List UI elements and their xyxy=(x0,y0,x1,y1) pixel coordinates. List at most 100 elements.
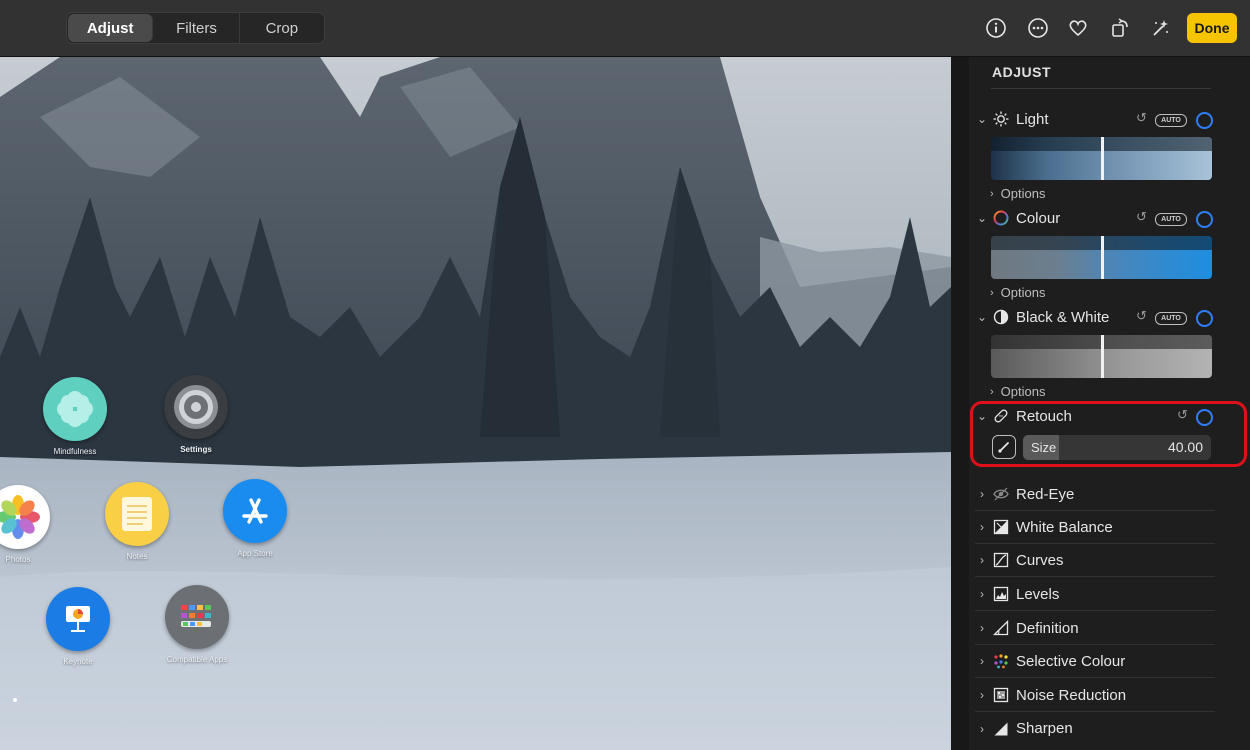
chevron-down-icon[interactable]: ⌄ xyxy=(975,409,989,423)
tool-levels[interactable]: › Levels xyxy=(975,578,1215,611)
photo-canvas[interactable]: Mindfulness Settings Photos Notes App St… xyxy=(0,57,951,750)
options-label: Options xyxy=(1000,384,1046,399)
app-keynote[interactable]: Keynote xyxy=(33,587,123,666)
colour-options[interactable]: › Options xyxy=(990,285,1045,300)
retouch-toggle[interactable] xyxy=(1196,409,1213,426)
chevron-right-icon[interactable]: › xyxy=(975,587,989,601)
colour-thumbnail-strip[interactable] xyxy=(991,236,1212,279)
chevron-right-icon[interactable]: › xyxy=(975,520,989,534)
selective-colour-icon xyxy=(992,652,1010,670)
half-circle-icon xyxy=(992,308,1010,326)
chevron-right-icon[interactable]: › xyxy=(975,553,989,567)
keynote-icon xyxy=(46,587,110,651)
magic-wand-icon[interactable] xyxy=(1146,14,1174,42)
tool-label: Red-Eye xyxy=(1016,485,1075,503)
tool-noise-reduction[interactable]: › Noise Reduction xyxy=(975,679,1215,712)
auto-button[interactable]: AUTO xyxy=(1155,114,1187,127)
mindfulness-icon xyxy=(43,377,107,441)
tool-white-balance[interactable]: › White Balance xyxy=(975,511,1215,544)
bandage-icon xyxy=(992,407,1010,425)
heart-icon[interactable] xyxy=(1064,14,1092,42)
section-label: Colour xyxy=(1016,209,1061,227)
strip-handle[interactable] xyxy=(1101,335,1104,378)
panel-title: ADJUST xyxy=(992,64,1052,80)
notes-icon xyxy=(105,482,169,546)
app-folder-icon xyxy=(165,585,229,649)
divider xyxy=(991,88,1211,89)
app-label: Mindfulness xyxy=(53,447,97,456)
chevron-right-icon[interactable]: › xyxy=(975,688,989,702)
chevron-right-icon[interactable]: › xyxy=(975,654,989,668)
rotate-icon[interactable] xyxy=(1106,14,1134,42)
tool-curves[interactable]: › Curves xyxy=(975,544,1215,577)
tab-filters[interactable]: Filters xyxy=(154,13,240,43)
undo-icon[interactable]: ↺ xyxy=(1177,407,1188,423)
curves-icon xyxy=(992,551,1010,569)
tool-sharpen[interactable]: › Sharpen xyxy=(975,712,1215,745)
tool-selective-colour[interactable]: › Selective Colour xyxy=(975,645,1215,678)
colour-wheel-icon xyxy=(992,209,1010,227)
tab-adjust[interactable]: Adjust xyxy=(68,14,154,42)
app-notes[interactable]: Notes xyxy=(92,482,182,561)
white-balance-icon xyxy=(992,518,1010,536)
tool-label: Noise Reduction xyxy=(1016,686,1127,704)
app-photos[interactable]: Photos xyxy=(0,485,63,564)
more-icon[interactable] xyxy=(1024,14,1052,42)
options-label: Options xyxy=(1000,186,1046,201)
sharpen-icon xyxy=(992,720,1010,738)
chevron-down-icon[interactable]: ⌄ xyxy=(975,310,989,324)
app-settings[interactable]: Settings xyxy=(151,375,241,454)
size-value: 40.00 xyxy=(1167,439,1203,455)
tool-label: Curves xyxy=(1016,551,1064,569)
app-compatible-apps-folder[interactable]: Compatible Apps xyxy=(152,585,242,664)
info-icon[interactable] xyxy=(982,14,1010,42)
page-indicator xyxy=(13,698,25,702)
app-app-store[interactable]: App Store xyxy=(210,479,300,558)
app-store-icon xyxy=(223,479,287,543)
auto-button[interactable]: AUTO xyxy=(1155,312,1187,325)
undo-icon[interactable]: ↺ xyxy=(1136,110,1147,126)
tool-label: Definition xyxy=(1016,619,1079,637)
panel-gutter xyxy=(951,57,969,750)
app-label: Photos xyxy=(5,555,31,564)
size-label: Size xyxy=(1031,440,1057,455)
tab-crop[interactable]: Crop xyxy=(240,13,324,43)
chevron-down-icon[interactable]: ⌄ xyxy=(975,112,989,126)
black-white-options[interactable]: › Options xyxy=(990,384,1045,399)
app-label: Settings xyxy=(180,445,212,454)
size-slider[interactable]: Size 40.00 xyxy=(1023,435,1211,460)
sun-icon xyxy=(992,110,1010,128)
chevron-right-icon[interactable]: › xyxy=(975,621,989,635)
light-toggle[interactable] xyxy=(1196,112,1213,129)
black-white-thumbnail-strip[interactable] xyxy=(991,335,1212,378)
light-options[interactable]: › Options xyxy=(990,186,1045,201)
done-button[interactable]: Done xyxy=(1187,13,1237,43)
app-mindfulness[interactable]: Mindfulness xyxy=(30,377,120,456)
tool-label: Selective Colour xyxy=(1016,652,1126,670)
definition-icon xyxy=(992,619,1010,637)
colour-toggle[interactable] xyxy=(1196,211,1213,228)
chevron-right-icon[interactable]: › xyxy=(975,722,989,736)
app-label: Keynote xyxy=(63,657,93,666)
edit-mode-segmented-control: Adjust Filters Crop xyxy=(66,12,325,44)
chevron-right-icon[interactable]: › xyxy=(975,487,989,501)
tool-label: Levels xyxy=(1016,585,1060,603)
noise-reduction-icon xyxy=(992,686,1010,704)
black-white-toggle[interactable] xyxy=(1196,310,1213,327)
toolbar: Adjust Filters Crop Done xyxy=(0,0,1250,57)
undo-icon[interactable]: ↺ xyxy=(1136,308,1147,324)
photos-flower-icon xyxy=(0,485,50,549)
undo-icon[interactable]: ↺ xyxy=(1136,209,1147,225)
app-label: Compatible Apps xyxy=(166,655,228,664)
section-label: Black & White xyxy=(1016,308,1110,326)
tool-red-eye[interactable]: › Red-Eye xyxy=(975,478,1215,511)
auto-button[interactable]: AUTO xyxy=(1155,213,1187,226)
strip-handle[interactable] xyxy=(1101,137,1104,180)
chevron-down-icon[interactable]: ⌄ xyxy=(975,211,989,225)
brush-icon[interactable] xyxy=(992,435,1016,459)
strip-handle[interactable] xyxy=(1101,236,1104,279)
tool-definition[interactable]: › Definition xyxy=(975,612,1215,645)
light-thumbnail-strip[interactable] xyxy=(991,137,1212,180)
options-label: Options xyxy=(1000,285,1046,300)
section-label: Retouch xyxy=(1016,407,1072,425)
